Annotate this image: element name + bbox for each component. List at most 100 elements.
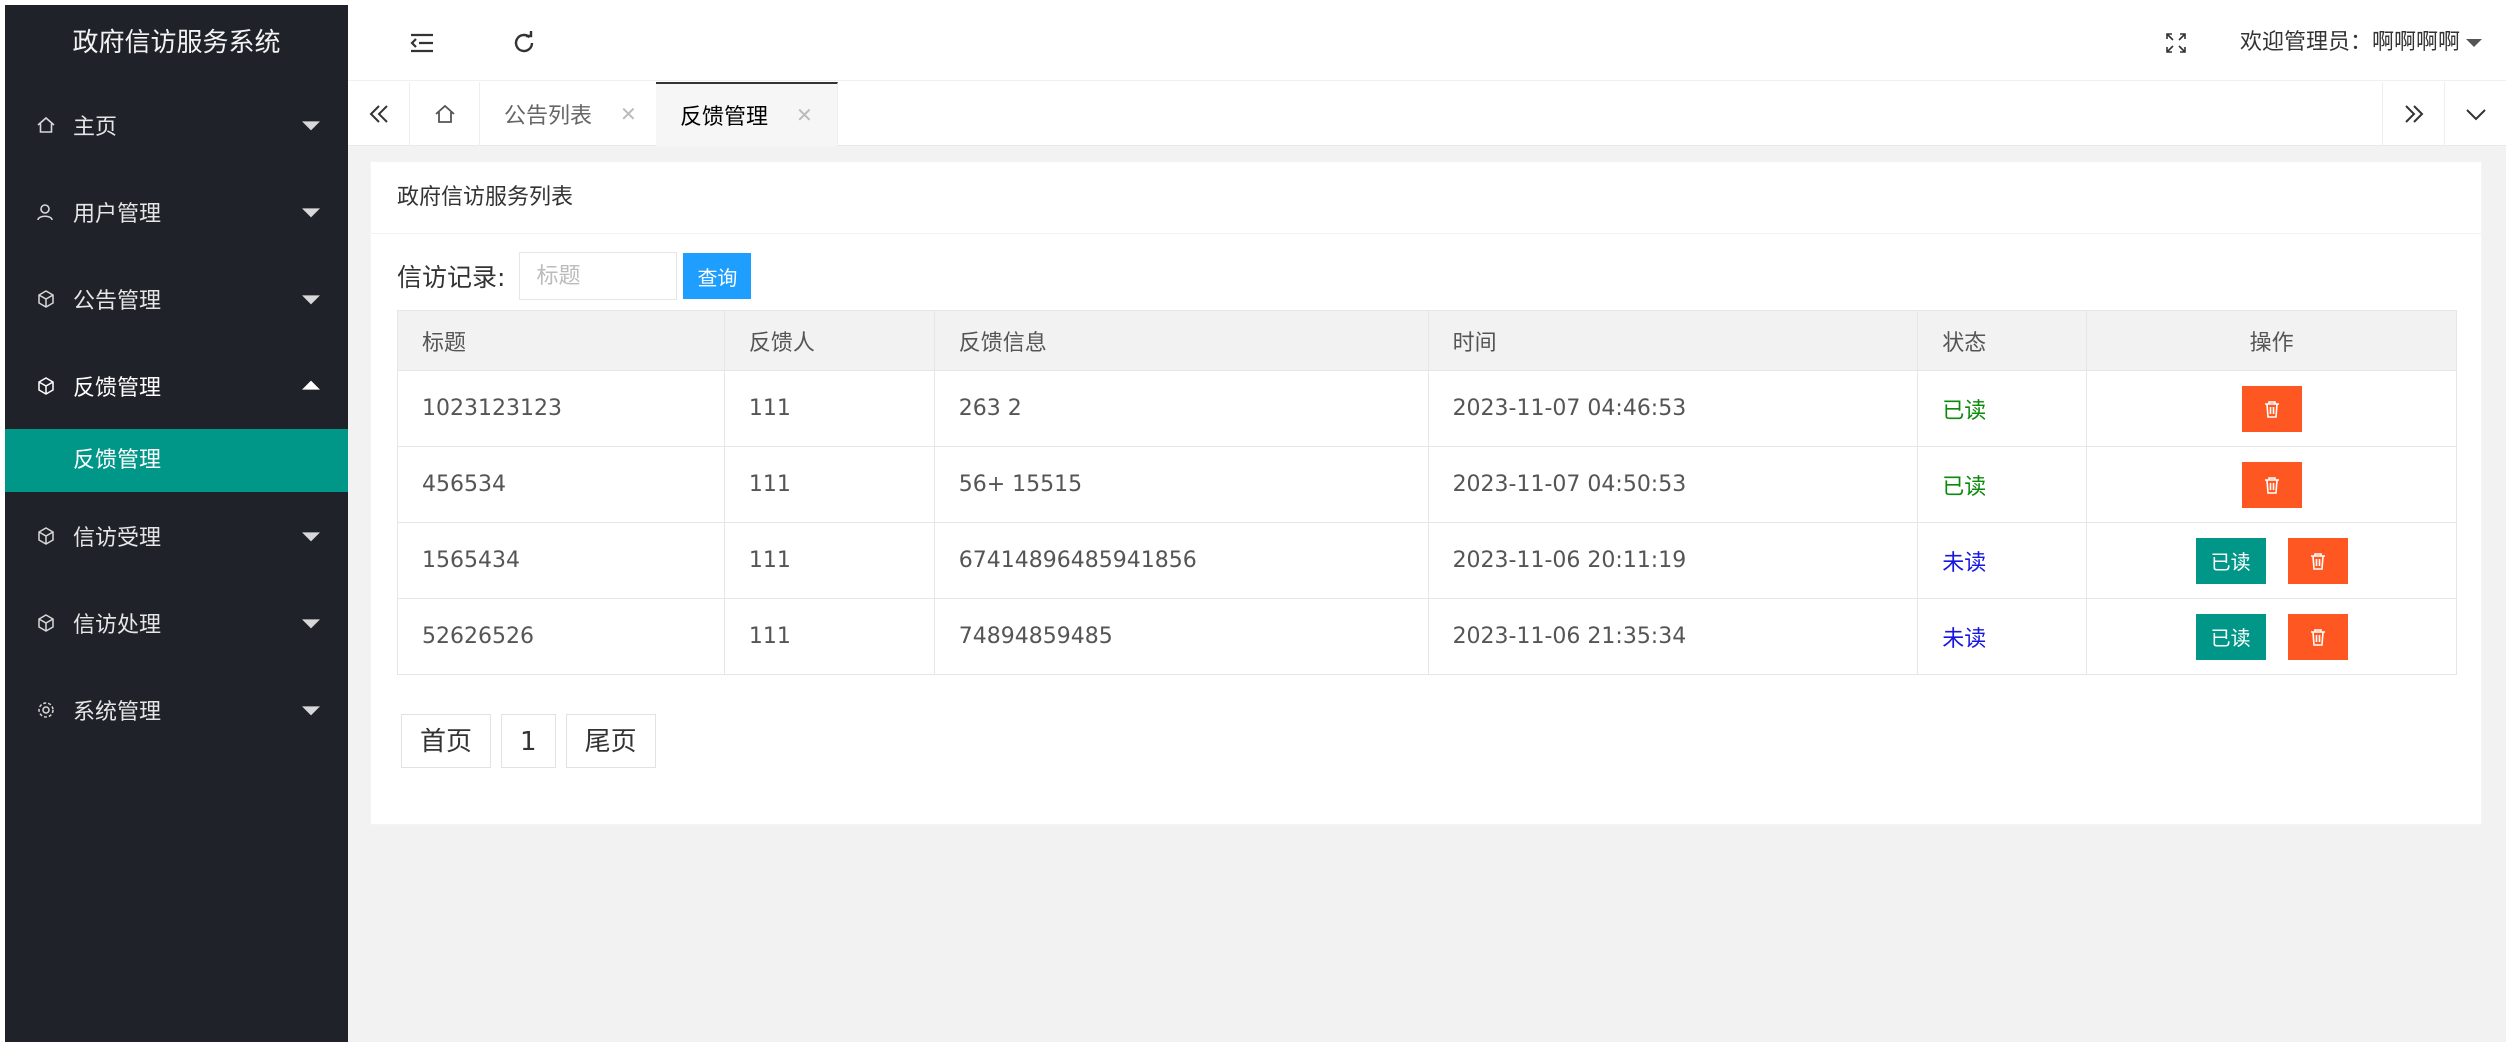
cell-time: 2023-11-07 04:46:53 (1427, 370, 1919, 447)
sidebar-item-users[interactable]: 用户管理 (5, 168, 348, 255)
cube-icon (35, 375, 57, 397)
home-icon (35, 114, 57, 136)
sidebar-item-label: 信访受理 (73, 525, 162, 551)
table-row: 1023123123 111 263 2 2023-11-07 04:46:53… (397, 370, 2457, 447)
chevron-down-icon (302, 294, 320, 304)
chevron-up-icon (302, 380, 320, 390)
cell-user: 111 (723, 598, 935, 675)
cell-info: 263 2 (933, 370, 1429, 447)
sidebar-item-notices[interactable]: 公告管理 (5, 255, 348, 342)
tab-bar: 公告列表 ✕ 反馈管理 ✕ (348, 82, 2506, 146)
sidebar-item-home[interactable]: 主页 (5, 81, 348, 168)
list-panel: 政府信访服务列表 信访记录: 查询 标题 反馈人 反馈信息 时间 状态 操作 (370, 161, 2482, 825)
last-page-button[interactable]: 尾页 (565, 714, 656, 768)
table-row: 456534 111 56+ 15515 2023-11-07 04:50:53… (397, 446, 2457, 523)
tab-notice-list[interactable]: 公告列表 ✕ (480, 82, 662, 146)
tab-label: 反馈管理 (680, 105, 769, 130)
feedback-table: 标题 反馈人 反馈信息 时间 状态 操作 1023123123 111 263 … (397, 310, 2457, 675)
cell-status: 已读 (1917, 446, 2088, 523)
tab-menu-button[interactable] (2444, 82, 2506, 146)
content-area: 政府信访服务列表 信访记录: 查询 标题 反馈人 反馈信息 时间 状态 操作 (348, 147, 2506, 1042)
col-header-actions: 操作 (2086, 310, 2457, 371)
menu-collapse-button[interactable] (390, 5, 454, 81)
search-label: 信访记录: (397, 263, 506, 292)
fullscreen-icon (2166, 33, 2186, 53)
cell-actions: 已读 (2086, 522, 2457, 599)
first-page-button[interactable]: 首页 (401, 714, 492, 768)
chevron-down-icon (302, 618, 320, 628)
tab-scroll-right-button[interactable] (2382, 82, 2444, 146)
chevron-down-icon (302, 705, 320, 715)
sidebar-submenu: 反馈管理 (5, 429, 348, 492)
chevron-down-icon (302, 120, 320, 130)
cube-icon (35, 525, 57, 547)
close-icon[interactable]: ✕ (620, 102, 637, 126)
user-menu[interactable]: 欢迎管理员：啊啊啊啊 (2240, 5, 2482, 81)
cell-title: 1565434 (397, 522, 725, 599)
sidebar-item-system[interactable]: 系统管理 (5, 666, 348, 753)
sidebar-item-label: 信访处理 (73, 612, 162, 638)
sidebar-item-label: 系统管理 (73, 699, 162, 725)
sidebar-item-label: 反馈管理 (73, 375, 162, 401)
cell-time: 2023-11-06 20:11:19 (1427, 522, 1919, 599)
sidebar-item-petition-accept[interactable]: 信访受理 (5, 492, 348, 579)
double-chevron-right-icon (2404, 105, 2423, 123)
table-row: 52626526 111 74894859485 2023-11-06 21:3… (397, 598, 2457, 675)
col-header-user: 反馈人 (723, 310, 935, 371)
cell-title: 52626526 (397, 598, 725, 675)
tab-feedback[interactable]: 反馈管理 ✕ (656, 82, 838, 146)
refresh-icon (514, 31, 534, 53)
chevron-down-icon (2465, 109, 2486, 121)
top-header: 欢迎管理员：啊啊啊啊 (348, 5, 2506, 81)
sidebar: 政府信访服务系统 主页 用户管理 公告管理 反馈管理 反馈管理 信访受理 信访处… (5, 5, 348, 1042)
refresh-button[interactable] (492, 5, 556, 81)
cell-time: 2023-11-06 21:35:34 (1427, 598, 1919, 675)
delete-button[interactable] (2287, 537, 2348, 584)
query-button[interactable]: 查询 (683, 253, 752, 299)
user-icon (35, 201, 57, 223)
cell-status: 已读 (1917, 370, 2088, 447)
cube-icon (35, 288, 57, 310)
mark-read-button[interactable]: 已读 (2195, 613, 2266, 660)
cell-actions (2086, 370, 2457, 447)
trash-icon (2264, 476, 2279, 494)
gear-icon (35, 699, 57, 721)
sidebar-item-petition-process[interactable]: 信访处理 (5, 579, 348, 666)
double-chevron-left-icon (369, 105, 388, 123)
trash-icon (2310, 628, 2325, 646)
welcome-text: 欢迎管理员：啊啊啊啊 (2239, 30, 2460, 55)
cell-actions (2086, 446, 2457, 523)
sidebar-subitem-feedback[interactable]: 反馈管理 (5, 429, 348, 492)
col-header-title: 标题 (397, 310, 725, 371)
delete-button[interactable] (2241, 461, 2302, 508)
col-header-time: 时间 (1427, 310, 1919, 371)
sidebar-item-label: 用户管理 (73, 201, 162, 227)
trash-icon (2310, 552, 2325, 570)
page-number-button[interactable]: 1 (501, 714, 556, 768)
tab-label: 公告列表 (504, 104, 593, 129)
cell-user: 111 (723, 446, 935, 523)
table-header-row: 标题 反馈人 反馈信息 时间 状态 操作 (397, 310, 2457, 371)
cell-status: 未读 (1917, 522, 2088, 599)
close-icon[interactable]: ✕ (796, 103, 813, 127)
cell-title: 456534 (397, 446, 725, 523)
tab-scroll-left-button[interactable] (348, 82, 410, 146)
search-bar: 信访记录: 查询 (397, 252, 752, 300)
fullscreen-button[interactable] (2144, 5, 2208, 81)
delete-button[interactable] (2241, 385, 2302, 432)
panel-title: 政府信访服务列表 (371, 162, 2481, 234)
col-header-info: 反馈信息 (933, 310, 1429, 371)
col-header-status: 状态 (1917, 310, 2088, 371)
sidebar-item-feedback[interactable]: 反馈管理 (5, 342, 348, 429)
mark-read-button[interactable]: 已读 (2195, 537, 2266, 584)
search-input[interactable] (519, 252, 678, 300)
cell-info: 56+ 15515 (933, 446, 1429, 523)
cell-title: 1023123123 (397, 370, 725, 447)
menu-fold-icon (410, 33, 433, 53)
home-icon (434, 104, 455, 123)
delete-button[interactable] (2287, 613, 2348, 660)
tab-home[interactable] (410, 82, 480, 146)
cell-info: 67414896485941856 (933, 522, 1429, 599)
cube-icon (35, 612, 57, 634)
cell-user: 111 (723, 522, 935, 599)
